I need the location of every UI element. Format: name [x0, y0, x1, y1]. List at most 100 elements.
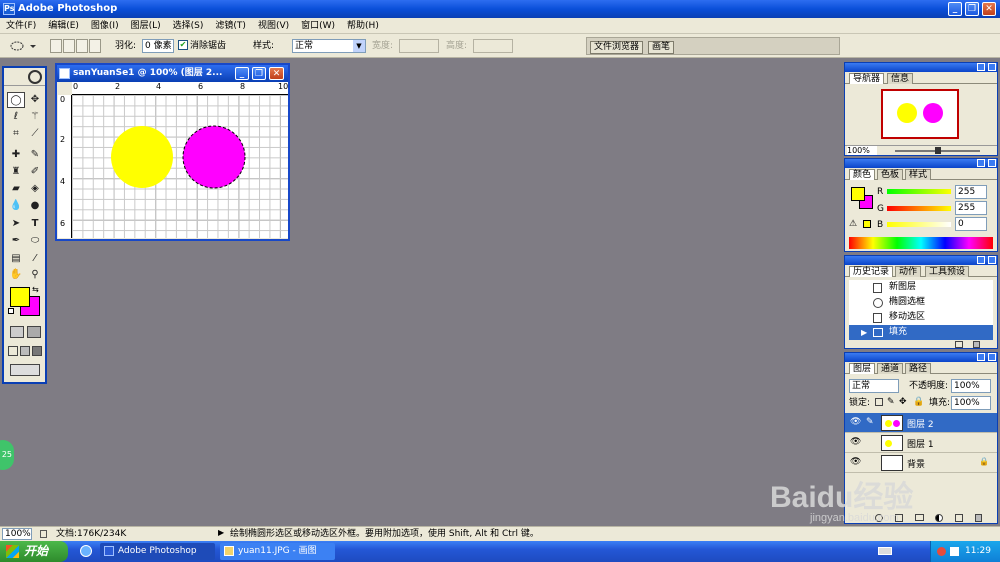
color-fg-swatch[interactable] [851, 187, 865, 201]
brush-tool-icon[interactable]: ✎ [26, 147, 44, 163]
history-item-selected[interactable]: ▶ 填充 [849, 325, 993, 340]
trash-icon[interactable] [975, 514, 982, 522]
zoom-tool-icon[interactable]: ⚲ [26, 267, 44, 283]
status-zoom-field[interactable]: 100% [2, 528, 32, 540]
close-button[interactable]: ✕ [982, 2, 996, 16]
file-browser-tab[interactable]: 文件浏览器 [590, 41, 644, 54]
jump-to-imageready-icon[interactable] [10, 364, 40, 376]
image-canvas[interactable] [72, 95, 288, 238]
palette-close-button[interactable] [988, 63, 996, 71]
path-selection-tool-icon[interactable]: ➤ [7, 216, 25, 232]
layer-row-layer2[interactable]: 👁 ✎ 图层 2 [845, 413, 997, 433]
menu-window[interactable]: 窗口(W) [295, 18, 341, 34]
channel-b-input[interactable]: 0 [955, 217, 987, 231]
minimize-button[interactable]: _ [948, 2, 962, 16]
eye-icon[interactable]: 👁 [850, 417, 861, 427]
quick-mask-mode-icon[interactable] [27, 326, 41, 338]
color-ramp[interactable] [849, 237, 993, 249]
layer-row-background[interactable]: 👁 背景 🔒 [845, 453, 997, 473]
tab-info[interactable]: 信息 [887, 73, 914, 84]
tab-navigator[interactable]: 导航器 [849, 73, 885, 84]
subtract-selection-button[interactable] [76, 39, 88, 53]
lock-image-icon[interactable]: ✎ [887, 397, 895, 407]
floating-green-badge[interactable]: 25 [0, 440, 14, 470]
gamut-swatch[interactable] [863, 220, 871, 228]
elliptical-marquee-preset-icon[interactable] [8, 39, 36, 53]
opacity-input[interactable]: 100% [951, 379, 991, 393]
clock[interactable]: 11:29 [965, 546, 991, 556]
paint-bucket-tool-icon[interactable]: ◈ [26, 181, 44, 197]
ellipse-shape-tool-icon[interactable]: ⬭ [26, 233, 44, 249]
palette-close-button[interactable] [988, 256, 996, 264]
channel-r-input[interactable]: 255 [955, 185, 987, 199]
palette-minimize-button[interactable] [977, 159, 985, 167]
menu-layer[interactable]: 图层(L) [125, 18, 167, 34]
dodge-tool-icon[interactable]: ● [26, 198, 44, 214]
type-tool-icon[interactable]: T [26, 216, 44, 232]
menu-edit[interactable]: 编辑(E) [42, 18, 85, 34]
add-selection-button[interactable] [63, 39, 75, 53]
menu-file[interactable]: 文件(F) [0, 18, 42, 34]
trash-icon[interactable] [973, 341, 980, 348]
history-palette-bar[interactable] [845, 256, 997, 265]
notes-tool-icon[interactable]: ▤ [7, 251, 25, 267]
blur-tool-icon[interactable]: 💧 [7, 198, 25, 214]
history-brush-tool-icon[interactable]: ✐ [26, 164, 44, 180]
feather-input[interactable]: 0 像素 [142, 39, 174, 53]
menu-select[interactable]: 选择(S) [167, 18, 210, 34]
menu-view[interactable]: 视图(V) [252, 18, 295, 34]
menu-image[interactable]: 图像(I) [85, 18, 125, 34]
channel-g-slider[interactable] [887, 206, 951, 211]
history-item[interactable]: 新图层 [849, 280, 993, 295]
tab-tool-presets[interactable]: 工具预设 [925, 266, 970, 277]
eye-icon[interactable]: 👁 [850, 437, 861, 447]
quick-launch-ie-icon[interactable] [80, 545, 92, 557]
swap-colors-icon[interactable]: ⇆ [32, 285, 39, 294]
default-colors-icon[interactable] [8, 308, 14, 314]
tab-actions[interactable]: 动作 [895, 266, 922, 277]
tab-styles[interactable]: 样式 [905, 169, 932, 180]
taskbar-item-paint[interactable]: yuan11.JPG - 画图 [220, 543, 335, 560]
zoom-slider-thumb[interactable] [935, 147, 941, 154]
start-button[interactable]: 开始 [0, 541, 68, 562]
channel-g-input[interactable]: 255 [955, 201, 987, 215]
style-select[interactable]: 正常 ▼ [292, 39, 366, 53]
palette-minimize-button[interactable] [977, 63, 985, 71]
intersect-selection-button[interactable] [89, 39, 101, 53]
palette-minimize-button[interactable] [977, 256, 985, 264]
language-bar-icon[interactable] [878, 547, 892, 555]
tray-network-icon[interactable] [937, 547, 946, 556]
eyedropper-tool-icon[interactable]: ⁄ [26, 251, 44, 267]
screen-mode-full-menu-icon[interactable] [20, 346, 30, 356]
hand-tool-icon[interactable]: ✋ [7, 267, 25, 283]
eye-icon[interactable]: 👁 [850, 457, 861, 467]
crop-tool-icon[interactable]: ⌗ [7, 126, 25, 142]
restore-button[interactable]: ❐ [965, 2, 979, 16]
standard-mode-icon[interactable] [10, 326, 24, 338]
pen-tool-icon[interactable]: ✒ [7, 233, 25, 249]
document-info[interactable]: 文档:176K/234K [56, 528, 126, 540]
palette-minimize-button[interactable] [977, 353, 985, 361]
foreground-color-swatch[interactable] [10, 287, 30, 307]
screen-mode-full-icon[interactable] [32, 346, 42, 356]
clone-stamp-tool-icon[interactable]: ♜ [7, 164, 25, 180]
doc-minimize-button[interactable]: _ [235, 67, 249, 80]
move-tool-icon[interactable]: ✥ [26, 92, 44, 108]
layer-row-layer1[interactable]: 👁 图层 1 [845, 433, 997, 453]
navigator-zoom-field[interactable]: 100% [847, 146, 877, 155]
document-title-bar[interactable]: sanYuanSe1 @ 100% (图层 2... _ ❐ ✕ [57, 65, 288, 82]
taskbar-item-photoshop[interactable]: Adobe Photoshop [100, 543, 215, 560]
slice-tool-icon[interactable]: ⟋ [26, 126, 44, 142]
magic-wand-tool-icon[interactable]: ⚚ [26, 109, 44, 125]
healing-brush-tool-icon[interactable]: ✚ [7, 147, 25, 163]
color-palette-bar[interactable] [845, 159, 997, 168]
screen-mode-standard-icon[interactable] [8, 346, 18, 356]
tab-channels[interactable]: 通道 [877, 363, 904, 374]
channel-r-slider[interactable] [887, 189, 951, 194]
lock-all-icon[interactable]: 🔒 [913, 397, 924, 407]
new-snapshot-icon[interactable] [955, 341, 963, 348]
navigator-palette-bar[interactable] [845, 63, 997, 72]
channel-b-slider[interactable] [887, 222, 951, 227]
history-item[interactable]: 移动选区 [849, 310, 993, 325]
menu-help[interactable]: 帮助(H) [341, 18, 385, 34]
